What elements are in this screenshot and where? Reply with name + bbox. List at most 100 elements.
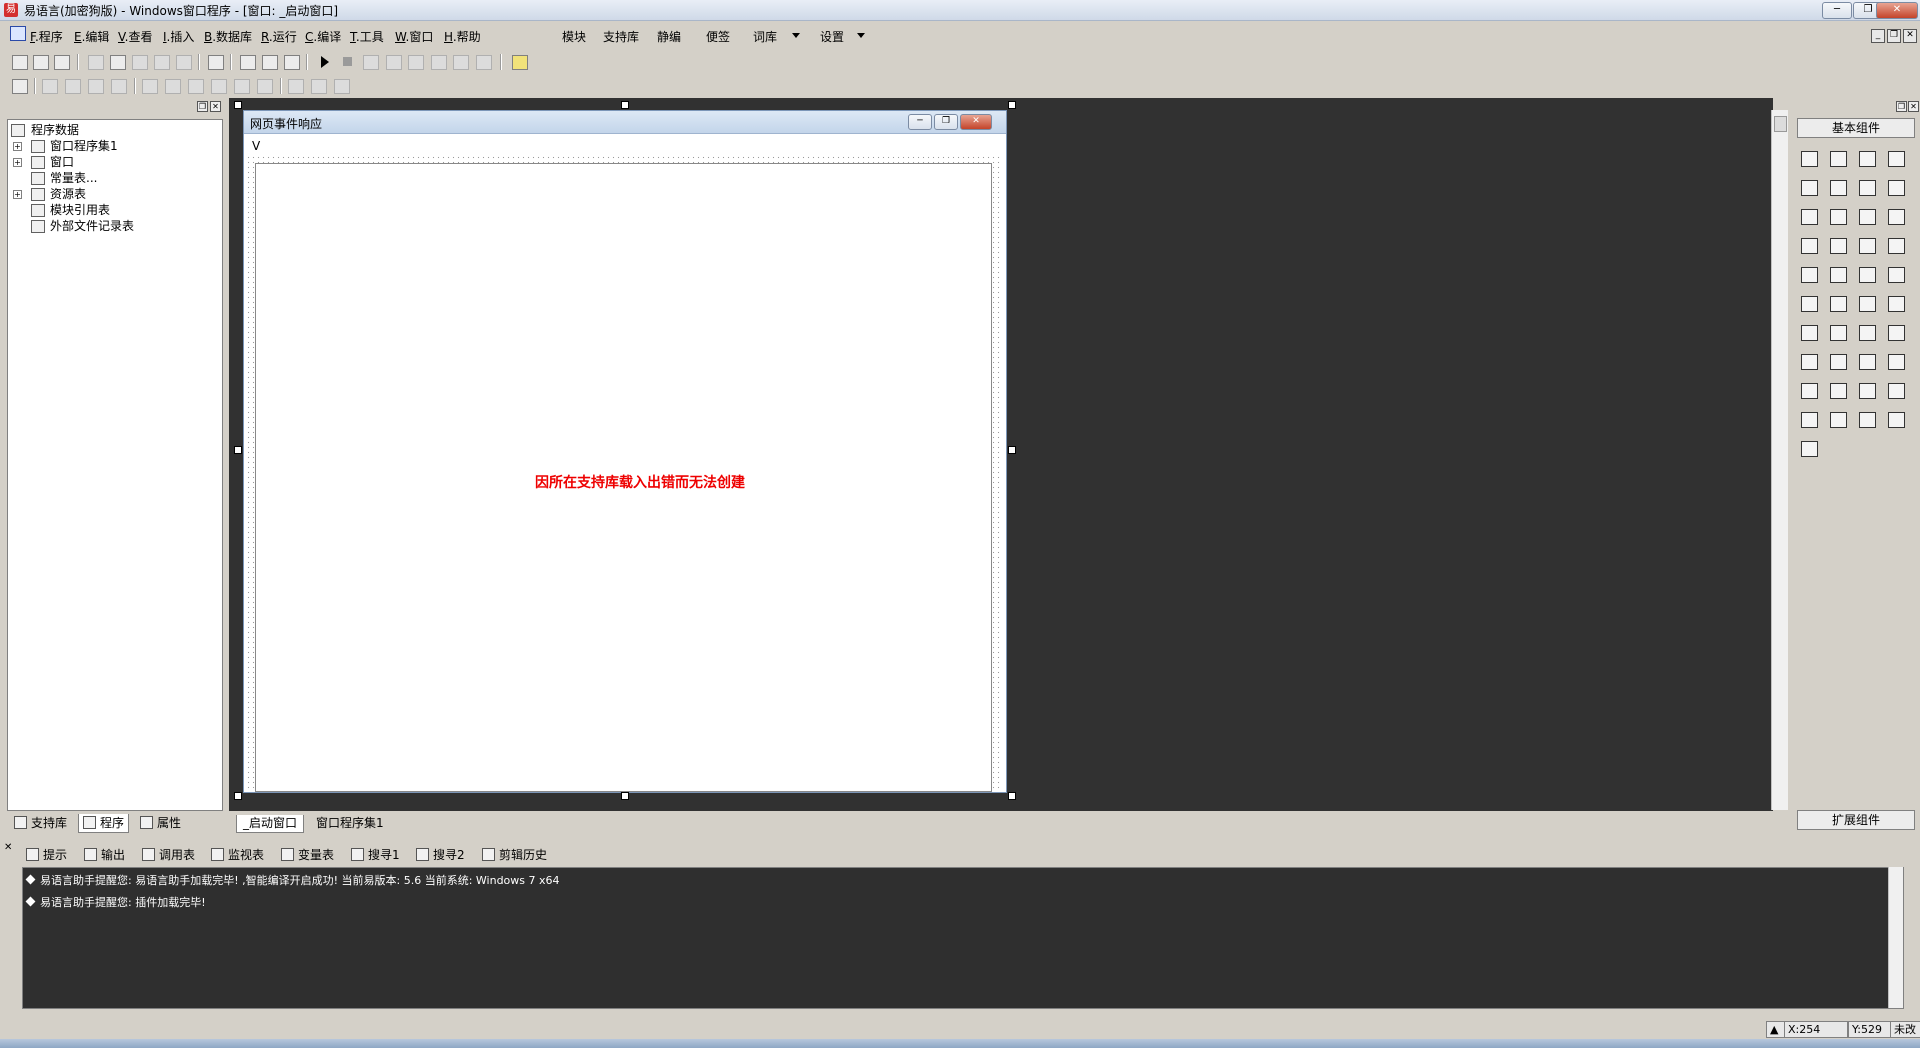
editor-scrollbar[interactable] <box>1771 110 1788 810</box>
stop-icon[interactable] <box>343 57 352 66</box>
center-v-icon[interactable] <box>165 79 181 94</box>
new-file-icon[interactable] <box>12 55 28 70</box>
spin-icon[interactable] <box>1856 264 1878 286</box>
menu-tools[interactable]: T.工具 <box>350 28 384 45</box>
database-icon[interactable] <box>1798 409 1820 431</box>
step-over-icon[interactable] <box>408 55 424 70</box>
dir-icon[interactable] <box>1856 293 1878 315</box>
odbc-db-icon[interactable] <box>1798 438 1820 460</box>
basic-components-header[interactable]: 基本组件 <box>1797 118 1915 138</box>
toolbar-icon[interactable] <box>1885 322 1907 344</box>
picture-icon[interactable] <box>1856 148 1878 170</box>
same-width-icon[interactable] <box>288 79 304 94</box>
layout-2-icon[interactable] <box>262 55 278 70</box>
resize-handle[interactable] <box>234 792 242 800</box>
output-log[interactable]: 易语言助手提醒您: 易语言助手加载完毕! ,智能编译开启成功! 当前易版本: 5… <box>22 867 1904 1009</box>
layout-3-icon[interactable] <box>284 55 300 70</box>
expand-icon[interactable]: + <box>13 142 22 151</box>
resize-handle[interactable] <box>1008 446 1016 454</box>
panel-restore-icon[interactable]: ❐ <box>1896 101 1907 112</box>
mdi-restore-icon[interactable]: ❐ <box>1887 29 1901 43</box>
resize-handle[interactable] <box>1008 792 1016 800</box>
menu-run[interactable]: R.运行 <box>261 28 297 45</box>
minimize-button[interactable]: ─ <box>1822 2 1852 19</box>
output-close-icon[interactable]: ✕ <box>4 842 12 853</box>
open-file-icon[interactable] <box>33 55 49 70</box>
resize-handle[interactable] <box>234 101 242 109</box>
slider-icon[interactable] <box>1885 235 1907 257</box>
odbc-icon[interactable] <box>1885 409 1907 431</box>
panel-close-icon[interactable]: ✕ <box>1908 101 1919 112</box>
menu-support-lib[interactable]: 支持库 <box>603 28 639 45</box>
network-icon[interactable] <box>1885 351 1907 373</box>
data-source-icon[interactable] <box>1827 409 1849 431</box>
panel-close-icon[interactable]: ✕ <box>210 101 221 112</box>
resize-handle[interactable] <box>234 446 242 454</box>
tab-hint[interactable]: 提示 <box>26 846 67 863</box>
output-scrollbar[interactable] <box>1888 867 1903 1008</box>
tree-item-program-data[interactable]: 程序数据 <box>8 122 218 138</box>
tab-search2[interactable]: 搜寻2 <box>416 846 465 863</box>
find-icon[interactable] <box>208 55 224 70</box>
menu-edit[interactable]: E.编辑 <box>74 28 109 45</box>
copy-icon[interactable] <box>110 55 126 70</box>
scroll-thumb[interactable] <box>1774 116 1787 132</box>
progress-icon[interactable] <box>1827 235 1849 257</box>
menu-insert[interactable]: I.插入 <box>163 28 194 45</box>
step-out-icon[interactable] <box>431 55 447 70</box>
menu-compile[interactable]: C.编译 <box>305 28 341 45</box>
tab-support-lib[interactable]: 支持库 <box>10 814 71 832</box>
cut-icon[interactable] <box>88 55 104 70</box>
table-icon[interactable] <box>1798 235 1820 257</box>
menu-view[interactable]: V.查看 <box>118 28 153 45</box>
scrollbar-icon[interactable] <box>1856 235 1878 257</box>
align-right-icon[interactable] <box>65 79 81 94</box>
calendar-icon[interactable] <box>1798 293 1820 315</box>
menu-static-compile[interactable]: 静编 <box>657 28 681 45</box>
tree-item-external-files[interactable]: 外部文件记录表 <box>8 218 218 234</box>
tab-variables[interactable]: 变量表 <box>281 846 334 863</box>
mdi-close-icon[interactable]: ✕ <box>1903 29 1917 43</box>
menu-window[interactable]: W.窗口 <box>395 28 433 45</box>
status-icon[interactable] <box>1885 380 1907 402</box>
run-to-cursor-icon[interactable] <box>453 55 469 70</box>
settings-dropdown-icon[interactable] <box>857 33 865 38</box>
distribute-h-icon[interactable] <box>234 79 250 94</box>
same-size-icon[interactable] <box>334 79 350 94</box>
chart-icon[interactable] <box>1856 409 1878 431</box>
date-icon[interactable] <box>1827 293 1849 315</box>
tab-program[interactable]: 程序 <box>78 814 130 833</box>
expand-icon[interactable]: + <box>13 190 22 199</box>
resize-handle[interactable] <box>621 101 629 109</box>
ruler-icon[interactable] <box>1798 264 1820 286</box>
label-icon[interactable] <box>1827 148 1849 170</box>
tab-output[interactable]: 输出 <box>84 846 125 863</box>
redo-icon[interactable] <box>154 55 170 70</box>
text-icon[interactable] <box>1856 177 1878 199</box>
socket-icon[interactable] <box>1798 380 1820 402</box>
tree-item-resources[interactable]: + 资源表 <box>8 186 218 202</box>
tab-module-set[interactable]: 窗口程序集1 <box>310 815 390 832</box>
resize-handle[interactable] <box>621 792 629 800</box>
listbox-icon[interactable] <box>1885 206 1907 228</box>
resize-handle[interactable] <box>1008 101 1016 109</box>
print-icon[interactable] <box>1827 351 1849 373</box>
tree-item-window[interactable]: + 窗口 <box>8 154 218 170</box>
paste-icon[interactable] <box>132 55 148 70</box>
file-box-icon[interactable] <box>1885 293 1907 315</box>
shape-icon[interactable] <box>1885 148 1907 170</box>
split-icon[interactable] <box>1856 322 1878 344</box>
hand-icon[interactable] <box>476 55 492 70</box>
menu-program[interactable]: F.程序 <box>30 28 63 45</box>
layout-1-icon[interactable] <box>240 55 256 70</box>
webbrowser-control[interactable]: 因所在支持库载入出错而无法创建 <box>255 163 992 792</box>
step-into-icon[interactable] <box>386 55 402 70</box>
transfer-icon[interactable] <box>1856 351 1878 373</box>
tab-call-stack[interactable]: 调用表 <box>142 846 195 863</box>
edit-icon[interactable] <box>1798 177 1820 199</box>
tab-properties[interactable]: 属性 <box>136 814 185 832</box>
align-left-icon[interactable] <box>42 79 58 94</box>
tab-icon[interactable] <box>1827 264 1849 286</box>
same-height-icon[interactable] <box>311 79 327 94</box>
designed-window[interactable]: 网页事件响应 ─ ❐ ✕ V 因所在支持库载入出错而无法创建 <box>243 110 1007 793</box>
